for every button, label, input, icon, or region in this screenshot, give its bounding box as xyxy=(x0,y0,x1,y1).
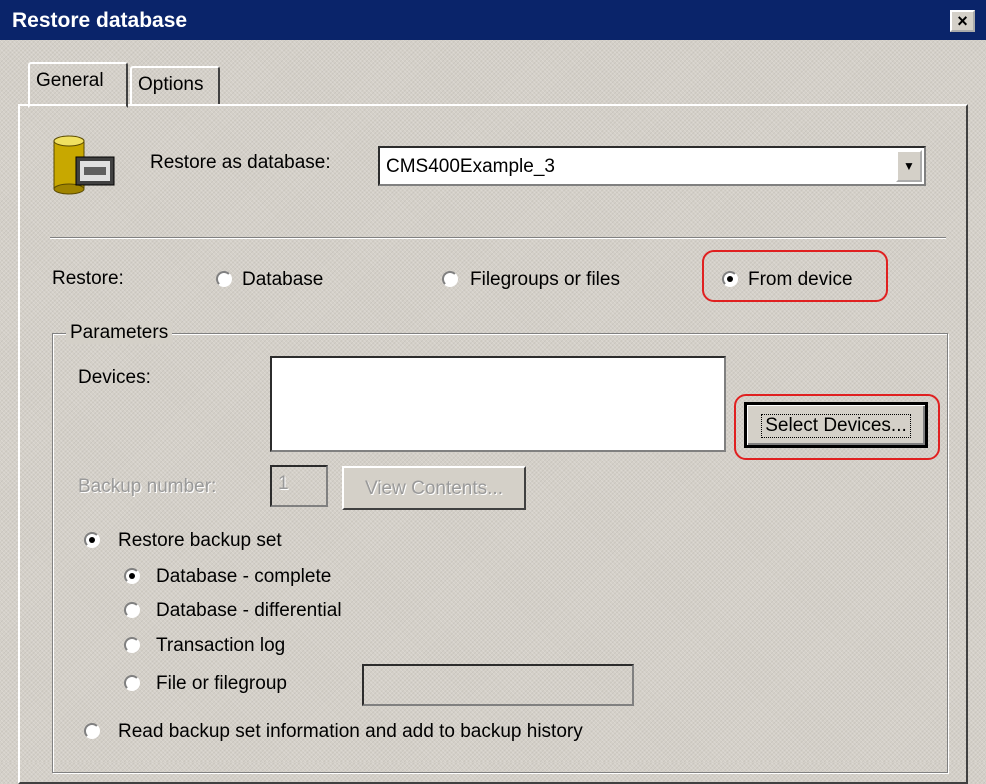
radio-database[interactable] xyxy=(216,271,232,287)
tab-general[interactable]: General xyxy=(28,62,128,108)
restore-as-value: CMS400Example_3 xyxy=(386,156,555,177)
radio-read-backup-info[interactable] xyxy=(84,723,100,739)
backup-number-field: 1 xyxy=(270,465,328,507)
radio-database-complete-label[interactable]: Database - complete xyxy=(156,566,331,588)
window-title: Restore database xyxy=(12,9,188,32)
devices-label: Devices: xyxy=(78,367,151,388)
radio-filegroups-label[interactable]: Filegroups or files xyxy=(470,269,620,291)
file-or-filegroup-field xyxy=(362,664,634,706)
radio-database-differential-label[interactable]: Database - differential xyxy=(156,600,342,622)
radio-transaction-log-label[interactable]: Transaction log xyxy=(156,635,285,657)
radio-restore-backup-set[interactable] xyxy=(84,532,100,548)
radio-file-or-filegroup[interactable] xyxy=(124,675,140,691)
radio-database-differential[interactable] xyxy=(124,602,140,618)
radio-restore-backup-set-label[interactable]: Restore backup set xyxy=(118,530,282,552)
radio-from-device-label[interactable]: From device xyxy=(748,269,853,291)
radio-read-backup-info-label[interactable]: Read backup set information and add to b… xyxy=(118,721,583,743)
radio-database-label[interactable]: Database xyxy=(242,269,323,291)
radio-database-complete[interactable] xyxy=(124,568,140,584)
database-icon xyxy=(53,135,115,195)
view-contents-button: View Contents... xyxy=(342,466,526,510)
restore-label: Restore: xyxy=(52,268,124,289)
select-devices-label: Select Devices... xyxy=(761,414,911,438)
restore-as-combo[interactable]: CMS400Example_3 ▼ xyxy=(378,146,926,186)
radio-from-device[interactable] xyxy=(722,271,738,287)
devices-list[interactable] xyxy=(270,356,726,452)
radio-transaction-log[interactable] xyxy=(124,637,140,653)
tab-options[interactable]: Options xyxy=(130,66,220,106)
parameters-legend: Parameters xyxy=(66,322,173,344)
backup-number-label: Backup number: xyxy=(78,476,217,497)
title-bar: Restore database × xyxy=(0,0,986,40)
separator xyxy=(50,237,946,239)
close-icon[interactable]: × xyxy=(950,10,975,32)
select-devices-button[interactable]: Select Devices... xyxy=(744,402,928,448)
radio-filegroups[interactable] xyxy=(442,271,458,287)
radio-file-or-filegroup-label[interactable]: File or filegroup xyxy=(156,673,287,695)
dropdown-arrow-icon[interactable]: ▼ xyxy=(896,150,922,182)
restore-as-label: Restore as database: xyxy=(150,152,331,173)
